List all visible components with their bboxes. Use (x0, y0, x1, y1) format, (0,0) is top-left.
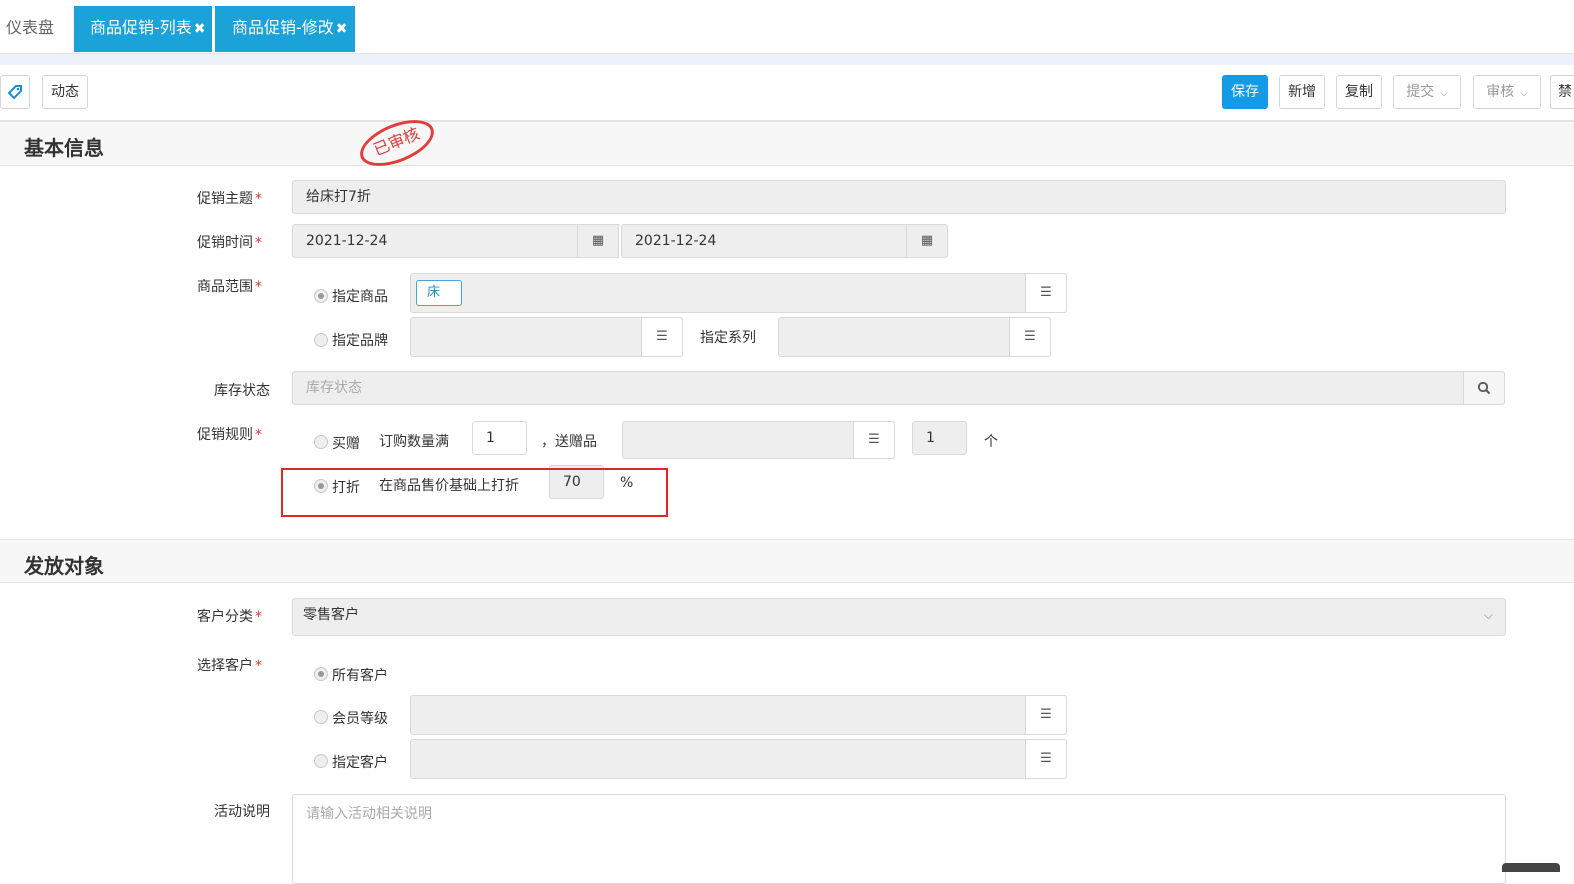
close-icon[interactable]: ✖ (336, 7, 348, 51)
specified-brand-label: 指定品牌 (332, 333, 388, 349)
dynamic-button[interactable]: 动态 (42, 75, 88, 109)
specified-customer-label: 指定客户 (332, 755, 388, 771)
copy-button[interactable]: 复制 (1336, 75, 1382, 109)
save-button[interactable]: 保存 (1222, 75, 1268, 109)
goods-tag[interactable]: 床 (416, 280, 462, 306)
subject-label: 促销主题 * (197, 191, 262, 207)
specified-goods-radio[interactable] (314, 289, 328, 303)
rule-label: 促销规则 * (197, 427, 262, 443)
calendar-icon[interactable]: ▦ (577, 224, 619, 258)
close-icon[interactable]: ✖ (194, 7, 206, 51)
list-icon[interactable]: ☰ (1025, 695, 1067, 735)
specified-brand-radio[interactable] (314, 333, 328, 347)
series-select-field[interactable] (778, 317, 1010, 357)
list-icon[interactable]: ☰ (1025, 273, 1067, 313)
buy-gift-label: 买赠 (332, 436, 360, 452)
tab-dashboard[interactable]: 仪表盘 (0, 6, 60, 52)
basic-info-header: 基本信息 (0, 121, 1574, 166)
brand-select-field[interactable] (410, 317, 642, 357)
specified-series-label: 指定系列 (700, 330, 756, 346)
audit-dropdown[interactable]: 审核 ⌵ (1473, 75, 1541, 109)
all-customers-radio[interactable] (314, 667, 328, 681)
start-date-input[interactable]: 2021-12-24 (292, 224, 578, 258)
unit-label: 个 (984, 434, 998, 450)
search-icon[interactable] (1463, 371, 1505, 405)
all-customers-label: 所有客户 (332, 668, 388, 684)
goods-select-field[interactable] (410, 273, 1026, 313)
chevron-down-icon: ⌵ (1440, 88, 1448, 99)
member-level-label: 会员等级 (332, 711, 388, 727)
tab-divider (0, 54, 1574, 65)
member-level-field[interactable] (410, 695, 1026, 735)
member-level-radio[interactable] (314, 710, 328, 724)
chevron-down-icon: ⌵ (1520, 88, 1528, 99)
subject-input[interactable]: 给床打7折 (292, 180, 1506, 214)
description-textarea[interactable]: 请输入活动相关说明 (292, 794, 1506, 884)
calendar-icon[interactable]: ▦ (906, 224, 948, 258)
order-qty-input[interactable]: 1 (472, 421, 527, 455)
gift-qty-input[interactable]: 1 (912, 421, 967, 455)
list-icon[interactable]: ☰ (1009, 317, 1051, 357)
stock-label: 库存状态 (214, 383, 270, 399)
customer-category-select[interactable]: 零售客户 ⌵ (292, 598, 1506, 636)
specified-goods-label: 指定商品 (332, 289, 388, 305)
chevron-down-icon: ⌵ (1483, 608, 1493, 622)
disable-button[interactable]: 禁 (1550, 75, 1574, 109)
scope-label: 商品范围 * (197, 279, 262, 295)
gift-select-field[interactable] (622, 421, 854, 459)
section-title: 基本信息 (24, 136, 104, 160)
order-qty-text: 订购数量满 (379, 434, 449, 450)
section-title: 发放对象 (24, 554, 104, 578)
description-label: 活动说明 (214, 804, 270, 820)
list-icon[interactable]: ☰ (641, 317, 683, 357)
toolbar: 动态 保存 新增 复制 提交 ⌵ 审核 ⌵ 禁 (0, 65, 1574, 121)
buy-gift-radio[interactable] (314, 435, 328, 449)
tab-promotion-list[interactable]: 商品促销-列表 ✖ (74, 6, 212, 52)
tag-icon[interactable] (0, 75, 30, 109)
stock-status-input[interactable]: 库存状态 (292, 371, 1464, 405)
highlight-box (281, 468, 668, 517)
tab-promotion-edit[interactable]: 商品促销-修改 ✖ (215, 6, 355, 52)
specified-customer-field[interactable] (410, 739, 1026, 779)
select-customer-label: 选择客户 * (197, 658, 262, 674)
list-icon[interactable]: ☰ (853, 421, 895, 459)
specified-customer-radio[interactable] (314, 754, 328, 768)
customer-category-label: 客户分类 * (197, 609, 262, 625)
list-icon[interactable]: ☰ (1025, 739, 1067, 779)
target-header: 发放对象 (0, 539, 1574, 583)
new-button[interactable]: 新增 (1279, 75, 1325, 109)
tab-bar: 仪表盘 商品促销-列表 ✖ 商品促销-修改 ✖ (0, 0, 1574, 54)
scroll-top-button[interactable] (1502, 863, 1560, 872)
time-label: 促销时间 * (197, 235, 262, 251)
gift-text: ，送赠品 (541, 434, 597, 450)
end-date-input[interactable]: 2021-12-24 (621, 224, 907, 258)
submit-dropdown[interactable]: 提交 ⌵ (1393, 75, 1461, 109)
